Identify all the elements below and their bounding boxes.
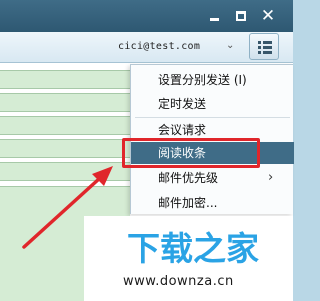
- cc-field[interactable]: [0, 93, 130, 112]
- minimize-icon: [209, 17, 219, 21]
- maximize-button[interactable]: [231, 6, 251, 26]
- menu-item-separate-send[interactable]: 设置分别发送 (I): [131, 69, 294, 91]
- minimize-button[interactable]: [204, 6, 224, 26]
- attachment-field[interactable]: [0, 162, 130, 181]
- close-icon: ✕: [260, 6, 276, 26]
- svg-text:下载之家: 下载之家: [127, 229, 259, 268]
- menu-divider: [135, 117, 290, 118]
- to-field[interactable]: [0, 70, 130, 89]
- highlight-box: [122, 138, 260, 168]
- more-options-button[interactable]: [249, 33, 279, 60]
- sender-account[interactable]: cici@test.com: [118, 41, 200, 52]
- subject-field[interactable]: [0, 139, 130, 158]
- chevron-right-icon: ›: [268, 170, 274, 185]
- menu-item-encryption[interactable]: 邮件加密...: [131, 192, 294, 214]
- list-menu-icon: [258, 41, 272, 44]
- chevron-down-icon[interactable]: ⌄: [226, 40, 234, 51]
- maximize-icon: [236, 11, 246, 21]
- bcc-field[interactable]: [0, 116, 130, 135]
- watermark-logo: 下载之家: [127, 229, 259, 268]
- menu-item-scheduled-send[interactable]: 定时发送: [131, 93, 294, 115]
- menu-item-priority[interactable]: 邮件优先级 ›: [131, 167, 294, 189]
- close-button[interactable]: ✕: [258, 6, 278, 26]
- watermark-url: www.downza.cn: [123, 274, 234, 289]
- title-bar: ✕: [0, 0, 293, 32]
